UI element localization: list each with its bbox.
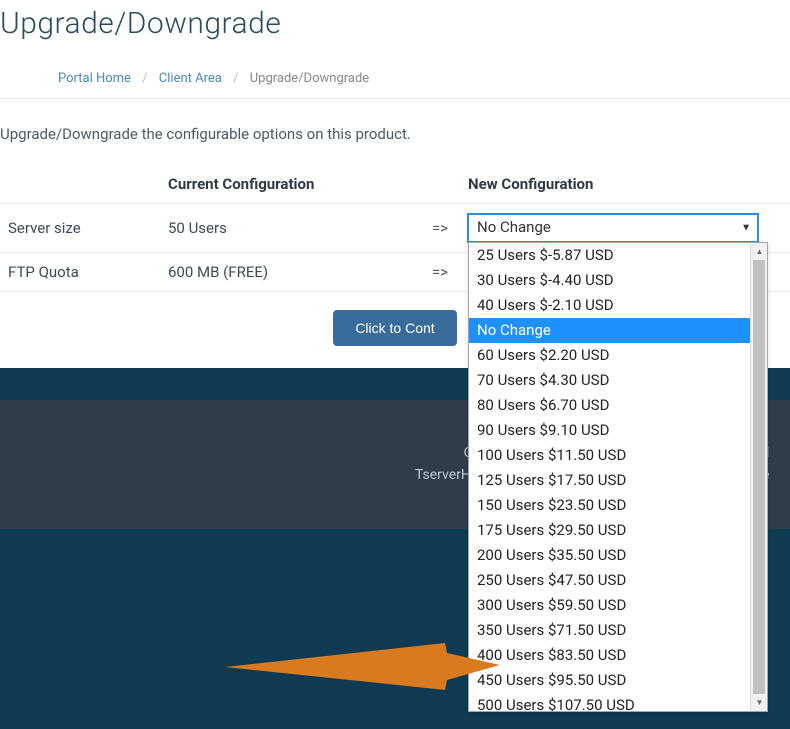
breadcrumb-separator: / [142, 71, 147, 86]
dropdown-option[interactable]: 30 Users $-4.40 USD [469, 268, 767, 293]
table-header-row: Current Configuration New Configuration [0, 165, 790, 204]
arrow-icon: => [420, 204, 460, 253]
dropdown-option[interactable]: 400 Users $83.50 USD [469, 643, 767, 668]
dropdown-option[interactable]: 25 Users $-5.87 USD [469, 243, 767, 268]
dropdown-option[interactable]: 40 Users $-2.10 USD [469, 293, 767, 318]
breadcrumb-client-area[interactable]: Client Area [159, 71, 222, 86]
scrollbar-thumb[interactable] [753, 260, 765, 694]
breadcrumb: Portal Home / Client Area / Upgrade/Down… [0, 59, 790, 99]
dropdown-option[interactable]: 250 Users $47.50 USD [469, 568, 767, 593]
continue-button-label: Click to Cont [355, 320, 434, 336]
row-server-size: Server size 50 Users => No Change ▼ 25 U… [0, 204, 790, 253]
dropdown-option[interactable]: 90 Users $9.10 USD [469, 418, 767, 443]
dropdown-option[interactable]: 350 Users $71.50 USD [469, 618, 767, 643]
breadcrumb-separator: / [233, 71, 238, 86]
page-header: Upgrade/Downgrade [0, 0, 790, 59]
server-size-select[interactable]: No Change ▼ [468, 214, 758, 242]
config-table: Current Configuration New Configuration … [0, 165, 790, 292]
breadcrumb-current: Upgrade/Downgrade [250, 71, 369, 86]
caret-down-icon: ▼ [741, 223, 751, 234]
intro-text: Upgrade/Downgrade the configurable optio… [0, 99, 790, 165]
ftp-quota-label: FTP Quota [0, 253, 160, 292]
dropdown-option[interactable]: 125 Users $17.50 USD [469, 468, 767, 493]
ftp-quota-current: 600 MB (FREE) [160, 253, 420, 292]
scroll-down-icon[interactable]: ▼ [751, 694, 768, 711]
dropdown-option[interactable]: 500 Users $107.50 USD [469, 693, 767, 712]
server-size-label: Server size [0, 204, 160, 253]
server-size-select-value: No Change [477, 218, 551, 236]
continue-button[interactable]: Click to Cont [333, 310, 456, 346]
server-size-dropdown[interactable]: 25 Users $-5.87 USD30 Users $-4.40 USD40… [468, 242, 768, 712]
server-size-select-wrap: No Change ▼ 25 Users $-5.87 USD30 Users … [468, 214, 758, 242]
breadcrumb-home[interactable]: Portal Home [58, 71, 131, 86]
col-arrow-header [420, 165, 460, 204]
col-current-header: Current Configuration [160, 165, 420, 204]
dropdown-option[interactable]: 60 Users $2.20 USD [469, 343, 767, 368]
dropdown-option[interactable]: 70 Users $4.30 USD [469, 368, 767, 393]
dropdown-option[interactable]: 200 Users $35.50 USD [469, 543, 767, 568]
arrow-icon: => [420, 253, 460, 292]
dropdown-option[interactable]: 450 Users $95.50 USD [469, 668, 767, 693]
scroll-up-icon[interactable]: ▲ [751, 243, 768, 260]
dropdown-option[interactable]: No Change [469, 318, 767, 343]
dropdown-option[interactable]: 150 Users $23.50 USD [469, 493, 767, 518]
dropdown-option[interactable]: 80 Users $6.70 USD [469, 393, 767, 418]
page-title: Upgrade/Downgrade [0, 6, 790, 41]
col-label-header [0, 165, 160, 204]
dropdown-scrollbar[interactable]: ▲ ▼ [750, 243, 767, 711]
dropdown-option[interactable]: 300 Users $59.50 USD [469, 593, 767, 618]
server-size-new-cell: No Change ▼ 25 Users $-5.87 USD30 Users … [460, 204, 790, 253]
server-size-current: 50 Users [160, 204, 420, 253]
col-new-header: New Configuration [460, 165, 790, 204]
dropdown-option[interactable]: 175 Users $29.50 USD [469, 518, 767, 543]
dropdown-option[interactable]: 100 Users $11.50 USD [469, 443, 767, 468]
